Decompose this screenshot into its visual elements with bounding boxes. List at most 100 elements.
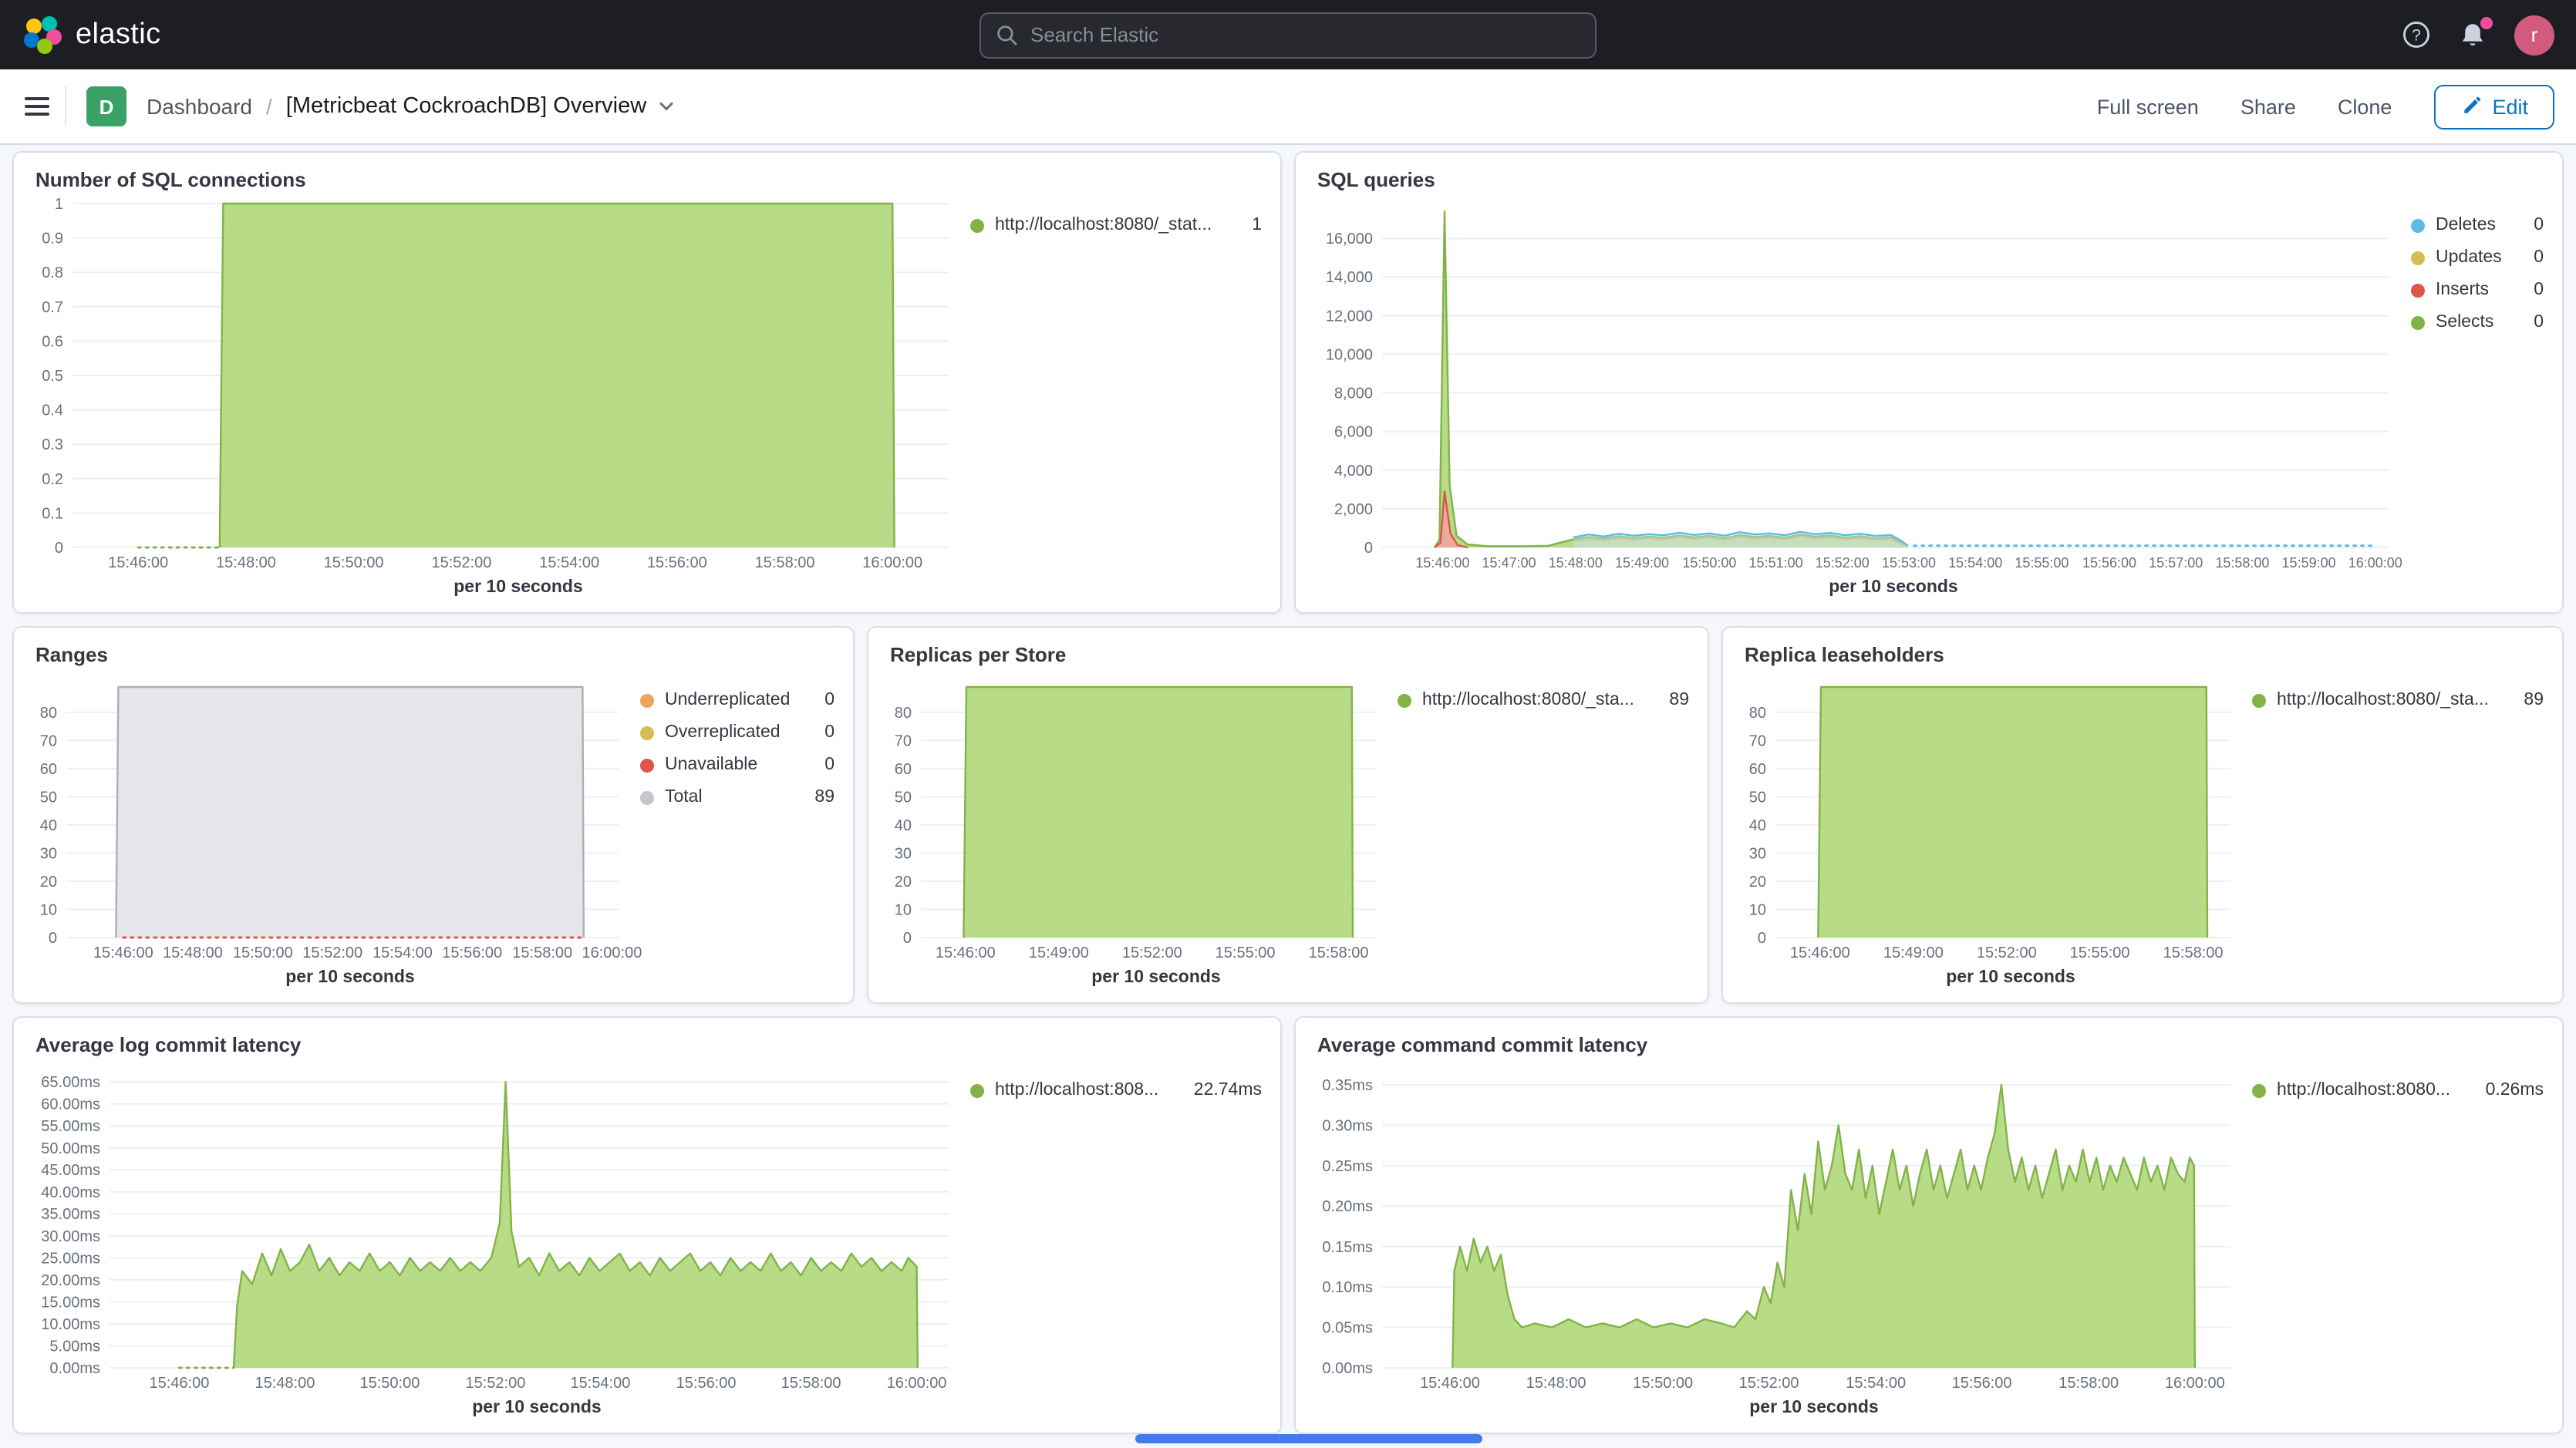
elastic-logo[interactable]: elastic bbox=[22, 15, 161, 55]
clone-button[interactable]: Clone bbox=[2338, 95, 2392, 118]
chart[interactable]: 16,00014,00012,00010,0008,0006,0004,0002… bbox=[1308, 191, 2405, 575]
user-avatar[interactable]: r bbox=[2514, 15, 2554, 55]
chart-canvas[interactable]: 8070605040302010015:46:0015:49:0015:52:0… bbox=[1735, 666, 2246, 965]
chart-canvas[interactable]: 65.00ms60.00ms55.00ms50.00ms45.00ms40.00… bbox=[26, 1056, 964, 1396]
svg-text:15:52:00: 15:52:00 bbox=[1122, 945, 1182, 961]
svg-text:20: 20 bbox=[1749, 874, 1766, 891]
notifications-button[interactable] bbox=[2459, 21, 2487, 49]
panel-title[interactable]: Average command commit latency bbox=[1296, 1018, 2562, 1056]
svg-text:15:54:00: 15:54:00 bbox=[1846, 1375, 1906, 1392]
chart-canvas[interactable]: 10.90.80.70.60.50.40.30.20.1015:46:0015:… bbox=[26, 191, 964, 575]
full-screen-button[interactable]: Full screen bbox=[2097, 95, 2199, 118]
horizontal-scrollbar-thumb[interactable] bbox=[1135, 1434, 1482, 1443]
help-button[interactable]: ? bbox=[2402, 20, 2431, 49]
panel-replicas-per-store[interactable]: Replicas per Store8070605040302010015:46… bbox=[867, 626, 1709, 1004]
svg-text:45.00ms: 45.00ms bbox=[41, 1162, 100, 1179]
page-title[interactable]: [Metricbeat CockroachDB] Overview bbox=[286, 94, 676, 119]
panel-avg-log-commit-latency[interactable]: Average log commit latency65.00ms60.00ms… bbox=[12, 1016, 1282, 1434]
legend-value: 0 bbox=[2521, 248, 2544, 267]
legend-series-dot bbox=[2411, 315, 2425, 329]
panel-title[interactable]: Replicas per Store bbox=[868, 628, 1708, 666]
svg-text:0.4: 0.4 bbox=[42, 402, 63, 419]
legend-series-dot bbox=[970, 1083, 984, 1097]
chart[interactable]: 8070605040302010015:46:0015:48:0015:50:0… bbox=[26, 666, 634, 965]
svg-text:15:50:00: 15:50:00 bbox=[1682, 555, 1736, 571]
chart-canvas[interactable]: 8070605040302010015:46:0015:48:0015:50:0… bbox=[26, 666, 634, 965]
chart-legend: http://localhost:8080/_sta...89 bbox=[2246, 666, 2547, 993]
menu-button[interactable] bbox=[22, 86, 66, 126]
panel-title[interactable]: Ranges bbox=[14, 628, 853, 666]
logo-text: elastic bbox=[76, 18, 161, 52]
legend-label: Updates bbox=[2436, 248, 2502, 267]
svg-text:40: 40 bbox=[895, 817, 912, 834]
svg-text:15:50:00: 15:50:00 bbox=[324, 554, 384, 571]
svg-text:2,000: 2,000 bbox=[1334, 501, 1373, 518]
dashboard-grid: Number of SQL connections10.90.80.70.60.… bbox=[0, 145, 2576, 1448]
chart[interactable]: 8070605040302010015:46:0015:49:0015:52:0… bbox=[881, 666, 1391, 965]
svg-text:40: 40 bbox=[40, 817, 57, 834]
svg-text:0: 0 bbox=[1364, 540, 1373, 557]
svg-text:16:00:00: 16:00:00 bbox=[887, 1375, 947, 1392]
svg-text:0.7: 0.7 bbox=[42, 299, 63, 316]
svg-text:15:46:00: 15:46:00 bbox=[1790, 945, 1850, 961]
legend-item: Underreplicated0 bbox=[640, 691, 835, 709]
svg-text:0: 0 bbox=[55, 540, 63, 557]
panel-title[interactable]: Number of SQL connections bbox=[14, 153, 1280, 191]
legend-value: 0 bbox=[2521, 313, 2544, 332]
chart[interactable]: 8070605040302010015:46:0015:49:0015:52:0… bbox=[1735, 666, 2246, 965]
global-search[interactable] bbox=[979, 12, 1597, 58]
chart[interactable]: 0.35ms0.30ms0.25ms0.20ms0.15ms0.10ms0.05… bbox=[1308, 1056, 2246, 1396]
panel-ranges[interactable]: Ranges8070605040302010015:46:0015:48:001… bbox=[12, 626, 855, 1004]
panel-sql-queries[interactable]: SQL queries16,00014,00012,00010,0008,000… bbox=[1294, 151, 2564, 614]
svg-text:15:48:00: 15:48:00 bbox=[255, 1375, 315, 1392]
svg-text:15:46:00: 15:46:00 bbox=[149, 1375, 209, 1392]
svg-text:15:50:00: 15:50:00 bbox=[1633, 1375, 1693, 1392]
svg-text:10: 10 bbox=[895, 901, 912, 918]
svg-text:60.00ms: 60.00ms bbox=[41, 1096, 100, 1113]
svg-text:15:58:00: 15:58:00 bbox=[755, 554, 815, 571]
svg-text:15:48:00: 15:48:00 bbox=[1526, 1375, 1586, 1392]
chart[interactable]: 10.90.80.70.60.50.40.30.20.1015:46:0015:… bbox=[26, 191, 964, 575]
chart-canvas[interactable]: 16,00014,00012,00010,0008,0006,0004,0002… bbox=[1308, 191, 2405, 575]
legend-label: http://localhost:8080/_sta... bbox=[1422, 691, 1634, 709]
legend-item: Selects0 bbox=[2411, 313, 2544, 332]
share-button[interactable]: Share bbox=[2241, 95, 2296, 118]
legend-label: Total bbox=[665, 788, 703, 807]
svg-text:15:56:00: 15:56:00 bbox=[442, 945, 502, 961]
svg-text:15:46:00: 15:46:00 bbox=[936, 945, 996, 961]
svg-text:15:48:00: 15:48:00 bbox=[216, 554, 276, 571]
svg-text:15:57:00: 15:57:00 bbox=[2149, 555, 2203, 571]
legend-series-dot bbox=[1398, 693, 1411, 707]
chart[interactable]: 65.00ms60.00ms55.00ms50.00ms45.00ms40.00… bbox=[26, 1056, 964, 1396]
panel-replica-leaseholders[interactable]: Replica leaseholders8070605040302010015:… bbox=[1721, 626, 2564, 1004]
x-axis-label: per 10 seconds bbox=[1308, 1396, 2246, 1423]
search-input[interactable] bbox=[1030, 23, 1580, 46]
svg-text:15:56:00: 15:56:00 bbox=[2082, 555, 2136, 571]
edit-button[interactable]: Edit bbox=[2433, 84, 2554, 129]
panel-avg-command-commit-latency[interactable]: Average command commit latency0.35ms0.30… bbox=[1294, 1016, 2564, 1434]
svg-text:15:46:00: 15:46:00 bbox=[93, 945, 153, 961]
chart-area: 65.00ms60.00ms55.00ms50.00ms45.00ms40.00… bbox=[26, 1056, 964, 1423]
svg-text:0.2: 0.2 bbox=[42, 471, 63, 488]
svg-text:15:54:00: 15:54:00 bbox=[570, 1375, 630, 1392]
svg-text:0.30ms: 0.30ms bbox=[1322, 1117, 1373, 1134]
svg-text:10.00ms: 10.00ms bbox=[41, 1316, 100, 1333]
chart-area: 8070605040302010015:46:0015:49:0015:52:0… bbox=[1735, 666, 2246, 993]
svg-text:15:52:00: 15:52:00 bbox=[465, 1375, 525, 1392]
breadcrumb-dashboard-link[interactable]: Dashboard bbox=[147, 94, 252, 119]
panel-sql-connections[interactable]: Number of SQL connections10.90.80.70.60.… bbox=[12, 151, 1282, 614]
panel-title[interactable]: Replica leaseholders bbox=[1723, 628, 2562, 666]
svg-text:?: ? bbox=[2412, 27, 2421, 45]
svg-text:15:54:00: 15:54:00 bbox=[373, 945, 433, 961]
svg-text:15:58:00: 15:58:00 bbox=[2058, 1375, 2119, 1392]
svg-text:15:46:00: 15:46:00 bbox=[108, 554, 168, 571]
svg-text:30: 30 bbox=[895, 845, 912, 862]
panel-body: 16,00014,00012,00010,0008,0006,0004,0002… bbox=[1296, 191, 2562, 612]
chart-canvas[interactable]: 8070605040302010015:46:0015:49:0015:52:0… bbox=[881, 666, 1391, 965]
panel-title[interactable]: Average log commit latency bbox=[14, 1018, 1280, 1056]
svg-text:0.6: 0.6 bbox=[42, 333, 63, 350]
chart-canvas[interactable]: 0.35ms0.30ms0.25ms0.20ms0.15ms0.10ms0.05… bbox=[1308, 1056, 2246, 1396]
panel-title[interactable]: SQL queries bbox=[1296, 153, 2562, 191]
legend-series-dot bbox=[640, 726, 654, 739]
svg-text:15:48:00: 15:48:00 bbox=[1549, 555, 1603, 571]
